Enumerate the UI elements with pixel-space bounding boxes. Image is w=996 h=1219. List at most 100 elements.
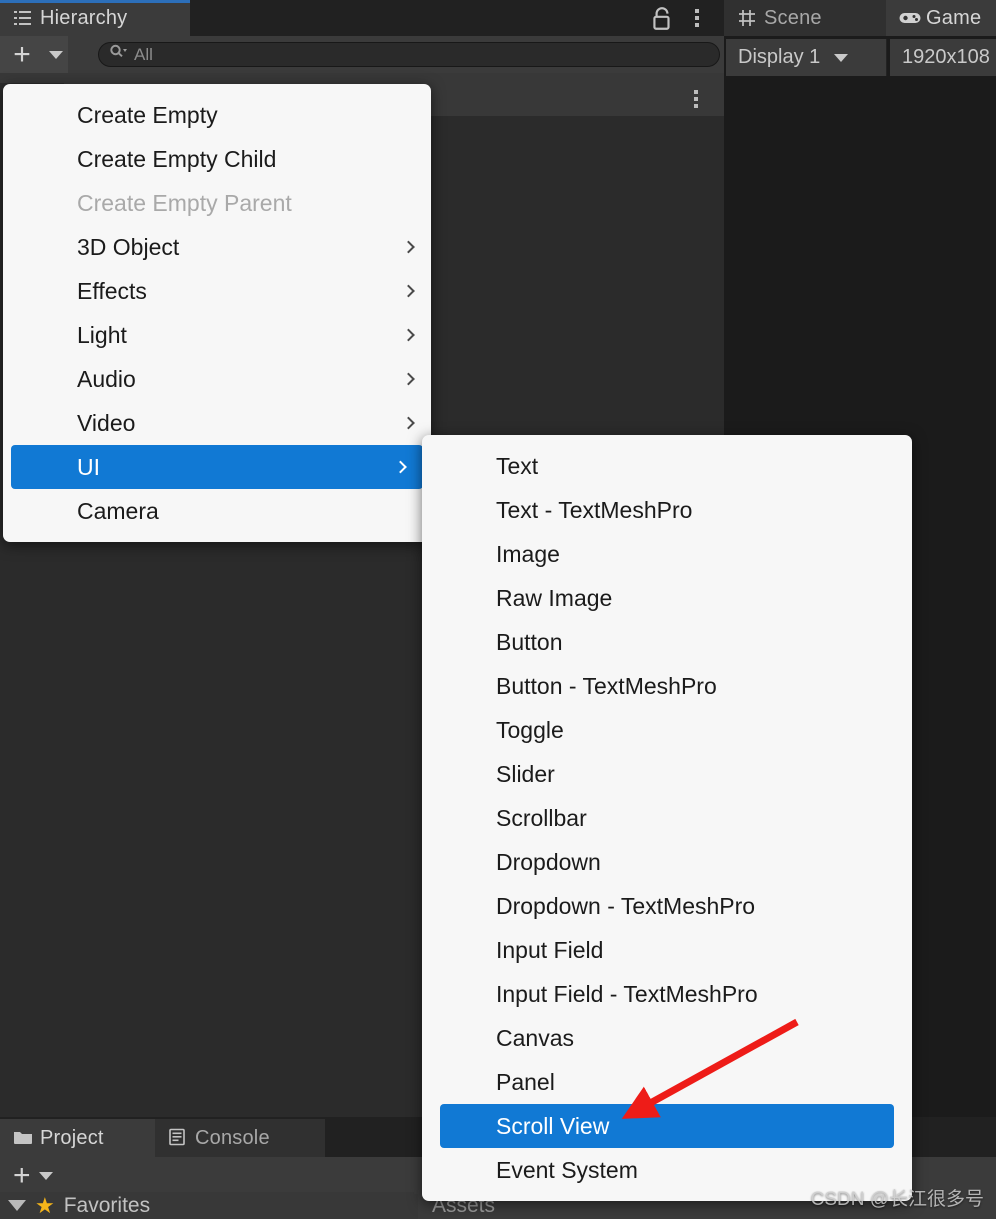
menu-item-label: Input Field - TextMeshPro (496, 980, 758, 1007)
resolution-dropdown[interactable]: 1920x108 (890, 39, 996, 76)
submenu-item-scroll-view[interactable]: Scroll View (440, 1104, 894, 1148)
console-icon (168, 1128, 188, 1148)
menu-item-label: 3D Object (77, 233, 180, 260)
menu-item-label: Panel (496, 1068, 555, 1095)
menu-item-label: Create Empty Parent (77, 189, 292, 216)
ui-submenu: Text Text - TextMeshPro Image Raw Image … (422, 435, 912, 1201)
menu-item-label: Create Empty Child (77, 145, 277, 172)
submenu-item-panel[interactable]: Panel (422, 1060, 912, 1104)
menu-item-label: Raw Image (496, 584, 613, 611)
add-gameobject-dropdown[interactable] (44, 36, 68, 73)
project-favorites-row[interactable]: ★ Favorites (0, 1192, 414, 1219)
menu-item-audio[interactable]: Audio (3, 357, 431, 401)
submenu-item-canvas[interactable]: Canvas (422, 1016, 912, 1060)
toolbar-divider (886, 39, 887, 76)
hierarchy-panel-kebab-menu-icon[interactable] (694, 90, 698, 108)
menu-item-label: Create Empty (77, 101, 218, 128)
tab-console-label: Console (195, 1126, 270, 1149)
menu-item-label: Video (77, 409, 136, 436)
menu-item-label: Event System (496, 1156, 638, 1183)
display-dropdown-label: Display 1 (738, 46, 821, 68)
menu-item-label: Button - TextMeshPro (496, 672, 717, 699)
kebab-dot (694, 104, 698, 108)
submenu-item-text-textmeshpro[interactable]: Text - TextMeshPro (422, 488, 912, 532)
kebab-dot (695, 23, 699, 27)
tab-active-accent (0, 0, 190, 3)
submenu-item-dropdown[interactable]: Dropdown (422, 840, 912, 884)
plus-icon: + (13, 1158, 31, 1192)
menu-item-label: Slider (496, 760, 555, 787)
chevron-down-icon (38, 1171, 53, 1180)
tab-console[interactable]: Console (155, 1119, 325, 1157)
menu-item-label: Input Field (496, 936, 604, 963)
triangle-down-icon[interactable] (8, 1200, 26, 1211)
project-add-button[interactable]: + (0, 1158, 53, 1192)
menu-item-label: Camera (77, 497, 159, 524)
resolution-label: 1920x108 (902, 46, 990, 68)
submenu-item-toggle[interactable]: Toggle (422, 708, 912, 752)
tab-project-label: Project (40, 1126, 104, 1149)
submenu-item-button-textmeshpro[interactable]: Button - TextMeshPro (422, 664, 912, 708)
menu-item-create-empty-parent: Create Empty Parent (3, 181, 431, 225)
tab-project[interactable]: Project (0, 1119, 155, 1157)
gamepad-icon (899, 8, 921, 28)
hierarchy-toolbar: + All (0, 36, 724, 73)
submenu-item-input-field[interactable]: Input Field (422, 928, 912, 972)
menu-item-label: Scrollbar (496, 804, 587, 831)
menu-item-create-empty-child[interactable]: Create Empty Child (3, 137, 431, 181)
menu-item-3d-object[interactable]: 3D Object (3, 225, 431, 269)
kebab-dot (694, 97, 698, 101)
menu-item-label: UI (77, 453, 100, 480)
submenu-item-scrollbar[interactable]: Scrollbar (422, 796, 912, 840)
chevron-down-icon (49, 50, 63, 59)
menu-item-light[interactable]: Light (3, 313, 431, 357)
chevron-right-icon (394, 460, 407, 474)
submenu-item-dropdown-textmeshpro[interactable]: Dropdown - TextMeshPro (422, 884, 912, 928)
menu-item-label: Dropdown (496, 848, 601, 875)
menu-item-create-empty[interactable]: Create Empty (3, 93, 431, 137)
menu-item-label: Text (496, 452, 539, 479)
chevron-right-icon (402, 328, 415, 342)
display-dropdown[interactable]: Display 1 (726, 39, 886, 76)
menu-item-camera[interactable]: Camera (3, 489, 431, 533)
hierarchy-search-input[interactable]: All (98, 42, 720, 67)
chevron-right-icon (402, 372, 415, 386)
editor-tabstrip: Hierarchy Scene Game (0, 0, 996, 36)
hierarchy-kebab-menu-icon[interactable] (695, 9, 699, 27)
menu-item-label: Effects (77, 277, 147, 304)
chevron-down-icon (834, 53, 849, 62)
submenu-item-slider[interactable]: Slider (422, 752, 912, 796)
menu-item-effects[interactable]: Effects (3, 269, 431, 313)
menu-item-ui[interactable]: UI (11, 445, 423, 489)
menu-item-label: Light (77, 321, 127, 348)
submenu-item-text[interactable]: Text (422, 444, 912, 488)
grid-icon (737, 8, 757, 28)
submenu-item-button[interactable]: Button (422, 620, 912, 664)
add-gameobject-button[interactable]: + (0, 36, 44, 73)
menu-item-video[interactable]: Video (3, 401, 431, 445)
csdn-watermark: CSDN @长江很多号 (810, 1189, 984, 1210)
menu-item-label: Toggle (496, 716, 564, 743)
search-icon (109, 44, 127, 65)
plus-icon: + (13, 37, 31, 71)
submenu-item-image[interactable]: Image (422, 532, 912, 576)
chevron-right-icon (402, 284, 415, 298)
gameobject-context-menu: Create Empty Create Empty Child Create E… (3, 84, 431, 542)
chevron-right-icon (402, 240, 415, 254)
hierarchy-search-placeholder: All (134, 44, 153, 64)
menu-item-label: Dropdown - TextMeshPro (496, 892, 756, 919)
tab-scene[interactable]: Scene (724, 0, 886, 36)
kebab-dot (695, 16, 699, 20)
submenu-item-input-field-textmeshpro[interactable]: Input Field - TextMeshPro (422, 972, 912, 1016)
tab-hierarchy[interactable]: Hierarchy (0, 0, 190, 36)
tab-game[interactable]: Game (886, 0, 996, 36)
submenu-item-raw-image[interactable]: Raw Image (422, 576, 912, 620)
menu-item-label: Text - TextMeshPro (496, 496, 693, 523)
star-icon: ★ (35, 1192, 55, 1218)
lock-open-icon[interactable] (650, 6, 678, 32)
menu-item-label: Image (496, 540, 560, 567)
menu-item-label: Button (496, 628, 563, 655)
kebab-dot (695, 9, 699, 13)
tab-hierarchy-label: Hierarchy (40, 6, 128, 29)
favorites-label: Favorites (63, 1193, 151, 1217)
